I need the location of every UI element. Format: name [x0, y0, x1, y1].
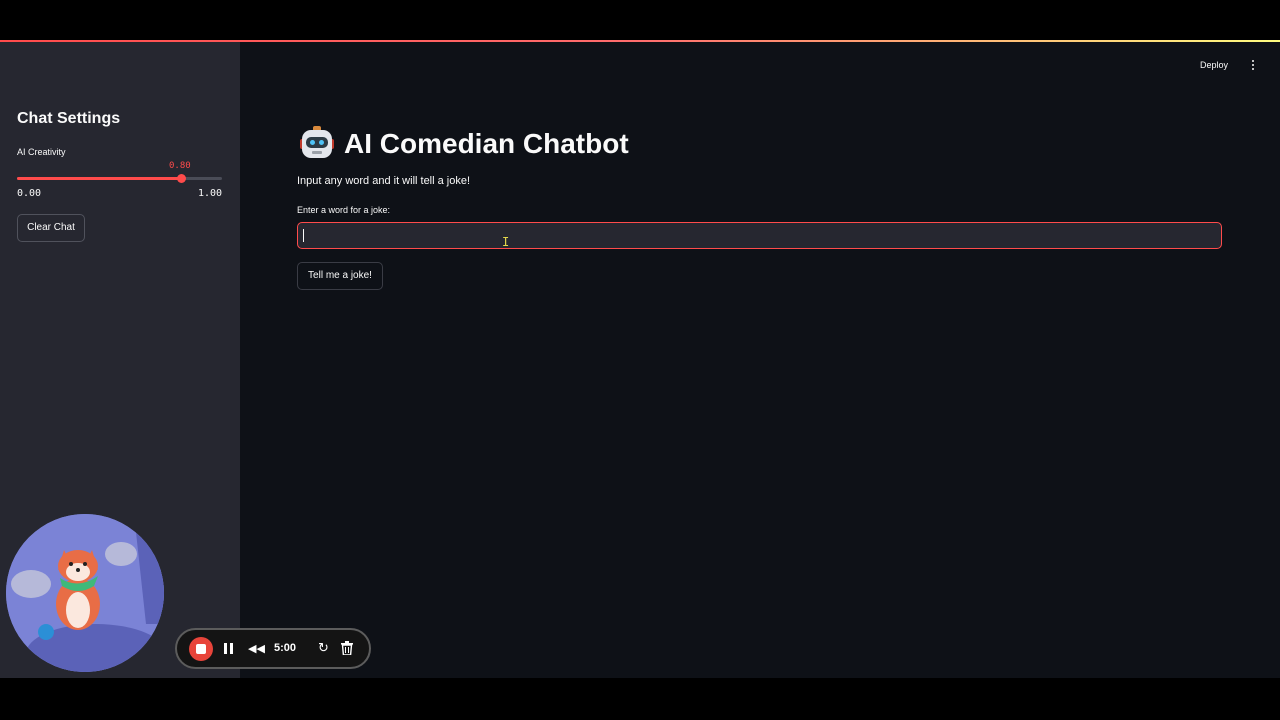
- creativity-slider-thumb[interactable]: [177, 174, 186, 183]
- sidebar-title: Chat Settings: [17, 110, 121, 127]
- deploy-button[interactable]: Deploy: [1200, 60, 1228, 70]
- trash-icon[interactable]: [341, 641, 353, 656]
- rewind-icon[interactable]: ◀◀: [248, 642, 265, 655]
- screen-recorder-controls: ◀◀ 5:00 ↻: [175, 628, 371, 669]
- main-content: Deploy AI Comedian Chatbot Input any wor…: [240, 42, 1280, 678]
- creativity-slider-max: 1.00: [198, 188, 223, 199]
- ibeam-cursor-icon: I: [502, 235, 510, 249]
- creativity-slider-min: 0.00: [17, 188, 42, 199]
- clear-chat-button[interactable]: Clear Chat: [17, 214, 85, 242]
- page-subtitle: Input any word and it will tell a joke!: [297, 175, 471, 187]
- pause-icon[interactable]: [224, 643, 234, 655]
- creativity-slider-value: 0.80: [169, 161, 191, 171]
- page-title: AI Comedian Chatbot: [344, 128, 629, 159]
- robot-icon: [300, 126, 334, 162]
- creativity-slider-label: AI Creativity: [17, 147, 66, 157]
- screen-bottom-letterbox: [0, 678, 1280, 720]
- screen-top-letterbox: [0, 0, 1280, 40]
- recording-time: 5:00: [274, 642, 297, 654]
- text-caret: [303, 229, 304, 242]
- page-title-row: AI Comedian Chatbot: [300, 124, 629, 164]
- joke-word-input[interactable]: [297, 222, 1222, 249]
- streamlit-app: Chat Settings AI Creativity 0.80 0.00 1.…: [0, 40, 1280, 678]
- creativity-slider-fill: [17, 177, 181, 180]
- tell-joke-button[interactable]: Tell me a joke!: [297, 262, 383, 290]
- webcam-avatar-shiba-illustration: [6, 514, 164, 672]
- stop-icon[interactable]: [189, 637, 213, 661]
- joke-word-input-label: Enter a word for a joke:: [297, 205, 391, 215]
- kebab-menu-icon[interactable]: [1248, 60, 1258, 74]
- restart-icon[interactable]: ↻: [318, 640, 329, 656]
- creativity-slider[interactable]: [17, 174, 222, 183]
